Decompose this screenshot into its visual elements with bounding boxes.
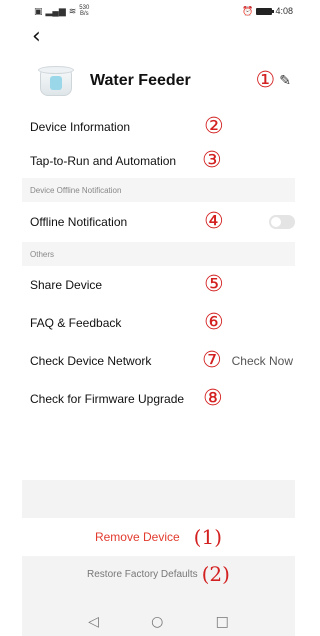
annotation-paren-2: (2) <box>201 562 230 586</box>
remove-device-row[interactable]: Remove Device (1) <box>22 518 295 556</box>
offline-notification-label: Offline Notification <box>30 215 128 229</box>
annotation-7: ⑦ <box>202 348 222 373</box>
annotation-8: ⑧ <box>203 386 223 411</box>
wifi-icon: ≋ <box>68 5 77 16</box>
device-name: Water Feeder <box>90 72 191 89</box>
check-network-label: Check Device Network <box>30 354 152 368</box>
nav-recents-icon[interactable]: □ <box>216 614 229 630</box>
share-device-label: Share Device <box>30 278 103 292</box>
menu-share-device[interactable]: Share Device ⑤ <box>22 266 295 304</box>
edit-name-area: ① ✎ <box>256 70 291 92</box>
device-image <box>36 66 76 96</box>
tap-to-run-label: Tap-to-Run and Automation <box>30 154 177 168</box>
menu-device-information[interactable]: Device Information ② <box>22 110 295 144</box>
edit-pencil-icon[interactable]: ✎ <box>279 73 291 89</box>
status-left: ▣ ▂▄▆ ≋ 530 B/s <box>34 5 89 17</box>
speed-unit: B/s <box>79 11 89 17</box>
annotation-6: ⑥ <box>204 310 224 335</box>
system-nav-bar: ◁ ○ □ <box>22 608 295 636</box>
clock: 4:08 <box>275 6 293 16</box>
section-others: Others <box>22 242 295 266</box>
nav-back-icon[interactable]: ◁ <box>88 614 99 630</box>
menu-firmware-upgrade[interactable]: Check for Firmware Upgrade ⑧ <box>22 380 295 418</box>
check-now-button[interactable]: Check Now <box>232 354 293 368</box>
annotation-2: ② <box>204 114 224 139</box>
menu-tap-to-run[interactable]: Tap-to-Run and Automation ③ <box>22 144 295 178</box>
menu-check-network[interactable]: Check Device Network ⑦ Check Now <box>22 342 295 380</box>
top-bar: ‹ <box>22 22 295 52</box>
sim-icon: ▣ <box>34 5 43 16</box>
bottom-area: Remove Device (1) Restore Factory Defaul… <box>22 480 295 636</box>
offline-notification-toggle[interactable] <box>269 215 295 229</box>
annotation-paren-1: (1) <box>193 525 223 549</box>
nav-home-icon[interactable]: ○ <box>151 614 163 630</box>
device-information-label: Device Information <box>30 120 131 134</box>
status-right: ⏰ 4:08 <box>242 6 295 17</box>
signal-icon: ▂▄▆ <box>45 5 66 16</box>
menu-offline-notification[interactable]: Offline Notification ④ <box>22 202 295 242</box>
menu-faq-feedback[interactable]: FAQ & Feedback ⑥ <box>22 304 295 342</box>
device-header: Water Feeder ① ✎ <box>22 52 295 110</box>
remove-device-button[interactable]: Remove Device <box>95 530 180 544</box>
back-icon[interactable]: ‹ <box>32 26 41 48</box>
annotation-1: ① <box>255 68 276 93</box>
restore-defaults-row[interactable]: Restore Factory Defaults (2) <box>22 556 295 592</box>
faq-label: FAQ & Feedback <box>30 316 122 330</box>
annotation-4: ④ <box>204 209 224 234</box>
alarm-icon: ⏰ <box>242 5 254 16</box>
section-offline-notification: Device Offline Notification <box>22 178 295 202</box>
restore-defaults-button[interactable]: Restore Factory Defaults <box>87 569 198 580</box>
annotation-5: ⑤ <box>204 272 224 297</box>
status-bar: ▣ ▂▄▆ ≋ 530 B/s ⏰ 4:08 <box>22 0 295 22</box>
network-speed: 530 B/s <box>79 5 89 17</box>
firmware-label: Check for Firmware Upgrade <box>30 392 185 406</box>
phone-screen: ▣ ▂▄▆ ≋ 530 B/s ⏰ 4:08 ‹ Water Feeder ① … <box>22 0 295 636</box>
battery-icon <box>256 7 275 15</box>
annotation-3: ③ <box>202 148 222 173</box>
